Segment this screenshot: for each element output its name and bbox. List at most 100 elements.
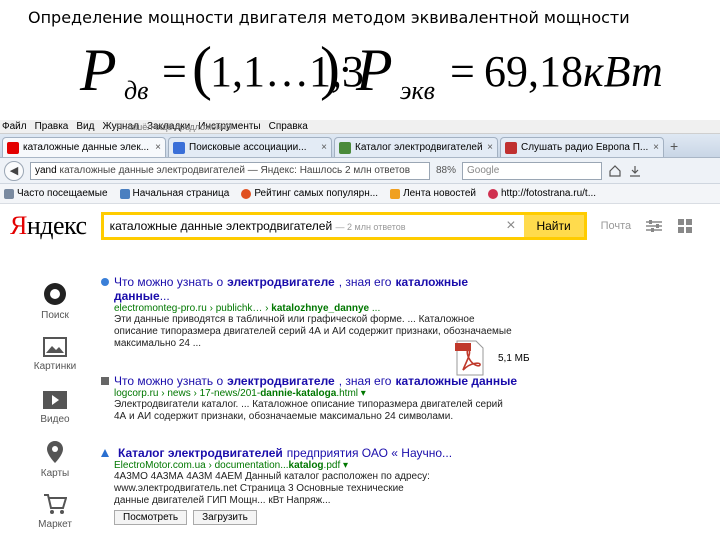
url-text: каталожные данные электродвигателей — Ян…	[59, 165, 411, 176]
bookmark-fotostrana[interactable]: http://fotostrana.ru/t...	[487, 188, 597, 199]
url-text: .html ▾	[336, 388, 366, 399]
bookmark-home[interactable]: Начальная страница	[119, 188, 230, 199]
formula-result: 69,18кВт	[484, 50, 663, 94]
nav-label: Поиск	[41, 310, 69, 321]
result-url[interactable]: ElectroMotor.com.ua › documentation...ka…	[100, 460, 540, 471]
view-button[interactable]: Посмотреть	[114, 510, 188, 525]
zoom-level[interactable]: 88%	[436, 165, 456, 176]
close-icon[interactable]: ×	[155, 142, 161, 153]
result-title-link[interactable]: Каталог электродвигателей предприятия ОА…	[100, 446, 540, 460]
nav-images[interactable]: Картинки	[30, 337, 80, 372]
download-icon[interactable]	[628, 164, 642, 178]
snippet-line: www.электродвигатель.net Страница 3 Осно…	[114, 483, 404, 494]
snippet-line: 4А3МО 4А3МА 4А3М 4АЕМ Данный каталог рас…	[114, 471, 430, 482]
close-icon[interactable]: ×	[653, 142, 659, 153]
slide-title: Определение мощности двигателя методом э…	[28, 8, 630, 27]
menu-view[interactable]: Вид	[76, 121, 94, 132]
tab-bar: каталожные данные элек... × Поисковые ас…	[0, 134, 720, 158]
download-button[interactable]: Загрузить	[193, 510, 257, 525]
snippet-line: описание типоразмера двигателей серий 4А…	[114, 326, 512, 337]
nav-video[interactable]: Видео	[30, 390, 80, 425]
site-favicon-icon	[101, 278, 109, 286]
bookmark-news[interactable]: Лента новостей	[390, 188, 476, 199]
url-bold: dannie-kataloga	[260, 388, 337, 399]
nav-maps[interactable]: Карты	[30, 440, 80, 479]
bookmark-frequent[interactable]: Часто посещаемые	[4, 188, 108, 199]
video-icon	[43, 391, 67, 409]
search-hint: — 2 млн ответов	[335, 222, 406, 232]
rss-icon	[390, 188, 401, 199]
formula-result-unit: кВт	[583, 47, 663, 96]
logo-rest: ндекс	[26, 211, 87, 240]
apps-grid-icon[interactable]	[677, 218, 693, 234]
mail-link[interactable]: Почта	[601, 220, 632, 232]
menu-help[interactable]: Справка	[269, 121, 308, 132]
formula-p-dv: P	[80, 37, 117, 103]
new-tab-button[interactable]: +	[666, 138, 682, 154]
title-text: ...	[159, 289, 170, 303]
tab-radio[interactable]: Слушать радио Европа П... ×	[500, 137, 664, 157]
pdf-file-icon[interactable]	[455, 340, 485, 376]
bookmark-label: Часто посещаемые	[17, 188, 108, 199]
nav-search[interactable]: Поиск	[30, 282, 80, 321]
search-input[interactable]: каталожные данные электродвигателей — 2 …	[104, 219, 499, 233]
close-icon[interactable]: ×	[321, 142, 327, 153]
menu-edit[interactable]: Правка	[35, 121, 69, 132]
bookmark-icon	[487, 188, 498, 199]
nav-market[interactable]: Маркет	[30, 493, 80, 530]
result-url[interactable]: electromonteg-pro.ru › publichk… › katal…	[100, 303, 540, 314]
site-favicon-icon	[339, 141, 351, 154]
logo-letter: Я	[10, 211, 27, 240]
tab-label: Слушать радио Европа П...	[521, 142, 649, 153]
url-text: .pdf ▾	[323, 460, 349, 471]
title-text: предприятия ОАО « Научно...	[286, 446, 453, 460]
tab-catalog[interactable]: Каталог электродвигателей ×	[334, 137, 498, 157]
site-favicon-icon	[101, 449, 109, 457]
url-bar[interactable]: yand каталожные данные электродвигателей…	[30, 161, 430, 180]
menu-file[interactable]: Файл	[2, 121, 27, 132]
under-search-link[interactable]: Я нашёл ещё предложений	[116, 122, 231, 132]
site-favicon-icon	[173, 141, 185, 154]
nav-label: Карты	[40, 468, 70, 479]
search-query: каталожные данные электродвигателей	[109, 219, 333, 233]
bookmark-label: Начальная страница	[132, 188, 230, 199]
nav-label: Маркет	[38, 519, 72, 530]
tab-associations[interactable]: Поисковые ассоциации... ×	[168, 137, 332, 157]
result-snippet: Электродвигатели каталог. ... Каталожное…	[100, 399, 540, 423]
bookmark-icon	[4, 188, 14, 199]
bookmarks-bar: Часто посещаемые Начальная страница Рейт…	[0, 184, 720, 204]
result-title-link[interactable]: Что можно узнать о электродвигателе, зна…	[100, 374, 540, 388]
search-result: Что можно узнать о электродвигателе, зна…	[100, 374, 540, 423]
menu-bar: Файл Правка Вид Журнал Закладки Инструме…	[0, 120, 720, 134]
tab-yandex[interactable]: каталожные данные элек... ×	[2, 137, 166, 157]
clear-icon[interactable]: ×	[498, 217, 523, 235]
tab-label: Каталог электродвигателей	[355, 142, 483, 153]
result-title-link-line2[interactable]: данные...	[100, 289, 540, 303]
bookmark-icon	[241, 188, 252, 199]
result-title-link[interactable]: Что можно узнать о электродвигателе, зна…	[100, 275, 540, 289]
search-result: Каталог электродвигателей предприятия ОА…	[100, 446, 540, 525]
cart-icon	[44, 494, 67, 514]
back-button[interactable]: ◀	[4, 160, 24, 181]
title-text: Что можно узнать о	[114, 275, 224, 289]
bookmark-label: http://fotostrana.ru/t...	[500, 188, 597, 199]
snippet-line: 4А и АИ содержит признаки, обозначаемые …	[114, 411, 454, 422]
settings-sliders-icon[interactable]	[645, 219, 663, 233]
formula-dot: ·	[338, 45, 353, 94]
result-actions: Посмотреть Загрузить	[100, 510, 540, 525]
home-icon[interactable]	[608, 164, 622, 178]
nav-label: Картинки	[33, 361, 77, 372]
tab-label: Поисковые ассоциации...	[189, 142, 307, 153]
bookmark-icon	[119, 188, 130, 199]
title-text: , зная его	[338, 275, 392, 289]
nav-label: Видео	[40, 414, 70, 425]
formula-result-value: 69,18	[484, 47, 583, 96]
yandex-favicon-icon	[7, 141, 19, 154]
yandex-logo[interactable]: Яндекс	[10, 211, 87, 241]
browser-search-input[interactable]: Google	[462, 161, 603, 180]
close-icon[interactable]: ×	[487, 142, 493, 153]
bookmark-rating[interactable]: Рейтинг самых популярн...	[241, 188, 378, 199]
title-bold: каталожные данные	[395, 374, 518, 388]
find-button[interactable]: Найти	[523, 215, 584, 237]
result-url[interactable]: logcorp.ru › news › 17-news/201-dannie-k…	[100, 388, 540, 399]
